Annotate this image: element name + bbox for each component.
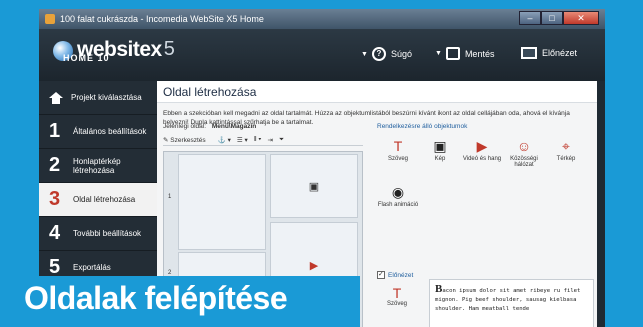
sidebar-item-page-creation[interactable]: 3 Oldal létrehozása [39,183,163,217]
object-label: Kép [434,156,446,162]
sidebar-item-label: Projekt kiválasztása [71,93,142,102]
rows-icon[interactable]: ☰ ▾ [237,136,248,144]
object-video[interactable]: ▶ Videó és hang [461,136,503,182]
preview-object-label: Szöveg [386,301,407,307]
sidebar-item-label: További beállítások [73,229,142,238]
article-banner: Oldalak felépítése [16,276,360,321]
row-number: 1 [168,194,172,200]
title-bar: 100 falat cukrászda - Incomedia WebSite … [39,9,605,29]
app-header: websitex 5 HOME 10 ▼ ? Súgó ▼ Mentés Elő… [39,29,605,81]
minimize-button[interactable]: – [519,11,541,25]
object-image[interactable]: ▣ Kép [419,136,461,182]
anchor-icon[interactable]: ⚓ ▾ [218,136,231,144]
sidebar-item-advanced[interactable]: 4 További beállítások [39,217,157,251]
object-text[interactable]: T Szöveg [377,136,419,182]
help-icon: ? [371,47,386,61]
edit-button[interactable]: ✎ Szerkesztés [163,136,212,144]
insert-icon[interactable]: ⇥ [267,136,272,144]
preview-text: acon ipsum dolor sit amet ribeye ru file… [435,288,581,312]
social-icon: ☺ [516,138,532,154]
maximize-button[interactable]: □ [541,11,563,25]
map-icon: ⌖ [562,138,570,154]
monitor-icon [521,47,537,59]
preview-box: Bacon ipsum dolor sit amet ribeye ru fil… [429,279,594,327]
image-icon: ▣ [308,180,320,193]
sidebar-item-label: Honlaptérkép létrehozása [73,156,121,175]
page-title: Oldal létrehozása [157,81,597,103]
object-map[interactable]: ⌖ Térkép [545,136,587,182]
sidebar-item-label: Általános beállítások [73,127,147,136]
object-label: Térkép [556,156,576,162]
step-number: 4 [49,222,61,244]
layout-toolbar: ✎ Szerkesztés ⚓ ▾ ☰ ▾ ⫴ ▾ ⇥ ⏷ [163,134,363,146]
object-label: Közösségi hálózat [510,156,538,168]
objects-list: T Szöveg ▣ Kép ▶ Videó és hang ☺ Közössé… [377,136,587,228]
object-social[interactable]: ☺ Közösségi hálózat [503,136,545,182]
video-icon: ▶ [309,259,319,272]
close-button[interactable]: ✕ [563,11,599,25]
dropdown-arrow-icon: ▼ [361,50,368,58]
preview-checkbox[interactable]: ✓ Előnézet [377,271,413,279]
logo-edition: HOME 10 [63,53,110,63]
help-label: Súgó [390,49,412,59]
objects-title: Rendelkezésre álló objektumok [377,123,468,130]
banner-extension [16,321,360,327]
preview-object: T Szöveg [379,285,415,307]
current-page-label: Jelenlegi oldal: [163,123,207,130]
object-label: Flash animáció [377,202,419,208]
step-number: 1 [49,120,61,142]
image-icon: ▣ [433,138,447,154]
object-label: Szöveg [387,156,408,162]
columns-icon[interactable]: ⫴ ▾ [254,136,262,144]
edit-label: Szerkesztés [170,136,206,144]
filter-icon[interactable]: ⏷ [279,136,284,144]
sidebar-item-label: Exportálás [73,263,111,272]
home-icon [49,91,63,104]
save-icon [445,47,460,60]
save-label: Mentés [464,48,495,59]
step-number: 2 [49,154,61,176]
step-number: 3 [49,188,61,210]
help-button[interactable]: ▼ ? Súgó [361,47,412,61]
sidebar-item-sitemap[interactable]: 2 Honlaptérkép létrehozása [39,149,157,183]
preview-label: Előnézet [542,48,578,58]
text-icon: T [393,138,403,154]
preview-button[interactable]: Előnézet [521,47,577,59]
window-controls: – □ ✕ [519,11,599,25]
current-page-value: Menü\Magazin [211,123,257,130]
checkbox-icon: ✓ [377,271,385,279]
sidebar-item-general[interactable]: 1 Általános beállítások [39,115,157,149]
dropdown-arrow-icon: ▼ [435,50,442,57]
sidebar-item-project[interactable]: Projekt kiválasztása [39,81,157,115]
save-button[interactable]: ▼ Mentés [435,47,494,60]
window-title: 100 falat cukrászda - Incomedia WebSite … [60,14,264,24]
object-flash[interactable]: ◉ Flash animáció [377,182,419,228]
app-icon [45,14,55,24]
logo-version: 5 [163,38,175,60]
object-label: Videó és hang [462,156,502,162]
preview-checkbox-label: Előnézet [388,271,414,279]
current-page: Jelenlegi oldal: Menü\Magazin [163,123,363,130]
video-icon: ▶ [476,138,488,154]
objects-panel: Rendelkezésre álló objektumok T Szöveg ▣… [377,123,592,228]
grid-cell[interactable] [178,154,266,250]
flash-icon: ◉ [391,184,405,200]
sidebar-item-label: Oldal létrehozása [73,195,136,204]
grid-cell[interactable]: ▣ [270,154,358,218]
text-icon: T [392,285,402,301]
